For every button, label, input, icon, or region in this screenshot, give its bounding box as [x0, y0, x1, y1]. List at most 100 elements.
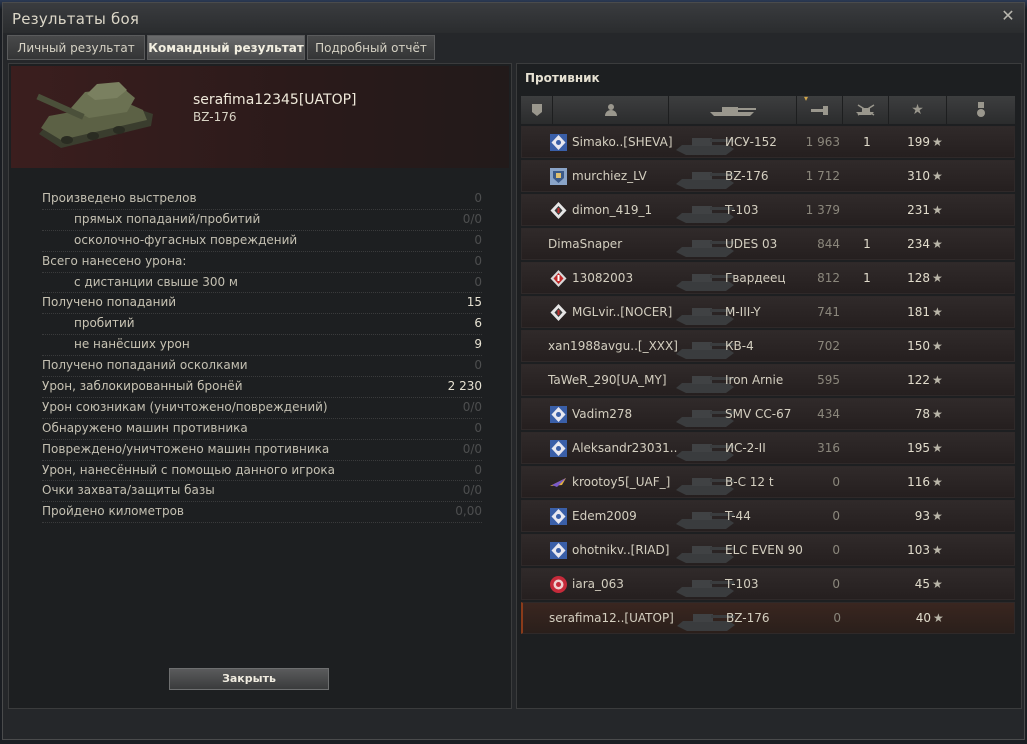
enemy-row[interactable]: DimaSnaper UDES 03 844 1 234 ★ [521, 228, 1015, 260]
stat-label: Обнаружено машин противника [42, 420, 248, 435]
vehicle-name: КВ-4 [725, 339, 754, 353]
xp-value: 128 [907, 271, 930, 285]
clan-emblem-icon [549, 541, 568, 560]
xp-value: 45 [914, 577, 930, 591]
vehicle-name: ИСУ-152 [725, 135, 777, 149]
enemy-row[interactable]: ohotnikv..[RIAD] ELC EVEN 90 0 103 ★ [521, 534, 1015, 566]
stat-label: Всего нанесено урона: [42, 253, 187, 268]
enemy-row[interactable]: Aleksandr23031.. ИС-2-II 316 195 ★ [521, 432, 1015, 464]
player-name: dimon_419_1 [572, 203, 653, 217]
star-icon: ★ [932, 237, 943, 251]
col-squad[interactable] [521, 96, 553, 124]
vehicle-name: T-44 [725, 509, 751, 523]
tab-detailed-report[interactable]: Подробный отчёт [307, 35, 435, 60]
xp-value: 231 [907, 203, 930, 217]
col-damage[interactable]: ▾ [797, 94, 843, 124]
column-header-bar: ▾ ★ [521, 94, 1015, 124]
clan-emblem-icon [549, 575, 568, 594]
stat-label: Произведено выстрелов [42, 191, 197, 205]
enemy-team-panel: Противник ▾ ★ Simako..[SHEVA] ИСУ-152 1 … [516, 63, 1022, 709]
stat-label: Урон, нанесённый с помощью данного игрок… [42, 462, 336, 477]
title-bar: Результаты боя ✕ [3, 3, 1024, 33]
stat-value: 15 [466, 295, 482, 310]
enemy-row[interactable]: MGLvir..[NOCER] M-III-Y 741 181 ★ [521, 296, 1015, 328]
xp-value: 103 [907, 543, 930, 557]
star-icon: ★ [933, 611, 944, 625]
player-name: serafima12..[UATOP] [549, 611, 674, 625]
enemy-row[interactable]: murchiez_LV BZ-176 1 712 310 ★ [521, 160, 1015, 192]
enemy-row[interactable]: iara_063 T-103 0 45 ★ [521, 568, 1015, 600]
damage-value: 844 [817, 237, 840, 251]
clan-emblem-icon [549, 167, 568, 186]
stat-value: 0/0 [462, 211, 482, 226]
star-icon: ★ [932, 135, 943, 149]
sort-arrow-icon: ▾ [804, 94, 809, 103]
close-button[interactable]: Закрыть [169, 668, 329, 690]
damage-value: 0 [833, 611, 841, 625]
stat-row: с дистанции свыше 300 м 0 [42, 273, 482, 294]
stat-row: Всего нанесено урона: 0 [42, 252, 482, 273]
vehicle-name: Iron Arnie [725, 373, 784, 387]
star-icon: ★ [932, 475, 943, 489]
vehicle-name: B-C 12 t [725, 475, 774, 489]
col-vehicle[interactable] [669, 96, 797, 124]
player-name: Simako..[SHEVA] [572, 135, 673, 149]
tab-team-result[interactable]: Командный результат [147, 35, 305, 60]
stat-value: 0,00 [455, 504, 482, 519]
window-title: Результаты боя [12, 10, 140, 28]
kills-value: 1 [863, 237, 871, 251]
player-name: 13082003 [572, 271, 634, 285]
tab-personal-result[interactable]: Личный результат [7, 35, 145, 60]
vehicle-name: BZ-176 [726, 611, 770, 625]
stat-row: Обнаружено машин противника 0 [42, 419, 482, 440]
star-icon: ★ [932, 509, 943, 523]
stat-row: Урон, заблокированный бронёй 2 230 [42, 377, 482, 398]
player-icon [604, 104, 617, 116]
enemy-row[interactable]: dimon_419_1 T-103 1 379 231 ★ [521, 194, 1015, 226]
player-name: xan1988avgu..[_XXX] [548, 339, 678, 353]
stat-row: Произведено выстрелов 0 [42, 189, 482, 210]
enemy-row[interactable]: 13082003 Гвардеец 812 1 128 ★ [521, 262, 1015, 294]
damage-value: 1 379 [805, 203, 840, 217]
stat-value: 0/0 [462, 399, 482, 414]
enemy-row[interactable]: serafima12..[UATOP] BZ-176 0 40 ★ [521, 602, 1015, 634]
close-icon[interactable]: ✕ [998, 6, 1018, 26]
enemy-row[interactable]: xan1988avgu..[_XXX] КВ-4 702 150 ★ [521, 330, 1015, 362]
squad-icon [531, 104, 542, 116]
stat-label: Повреждено/уничтожено машин противника [42, 441, 330, 456]
stat-row: Получено попаданий осколками 0 [42, 356, 482, 378]
enemy-row[interactable]: Simako..[SHEVA] ИСУ-152 1 963 1 199 ★ [521, 126, 1015, 158]
damage-value: 1 963 [805, 135, 840, 149]
star-icon: ★ [932, 407, 943, 421]
stat-value: 0 [474, 420, 482, 435]
stat-label: Получено попаданий осколками [42, 358, 248, 373]
stat-label: прямых попаданий/пробитий [74, 211, 261, 226]
col-medals[interactable] [947, 96, 1015, 124]
xp-value: 78 [914, 407, 930, 421]
enemy-row[interactable]: Edem2009 T-44 0 93 ★ [521, 500, 1015, 532]
stat-label: Получено попаданий [42, 295, 177, 310]
vehicle-name: ELC EVEN 90 [725, 543, 803, 557]
col-kills[interactable] [843, 96, 889, 124]
stat-value: 0 [474, 191, 482, 205]
enemy-row[interactable]: Vadim278 SMV CC-67 434 78 ★ [521, 398, 1015, 430]
stat-row: осколочно-фугасных повреждений 0 [42, 231, 482, 252]
stat-row: не нанёсших урон 9 [42, 335, 482, 357]
stat-row: Получено попаданий 15 [42, 293, 482, 315]
stat-label: Урон, заблокированный бронёй [42, 379, 243, 394]
star-icon: ★ [932, 203, 943, 217]
stat-value: 0 [474, 462, 482, 477]
xp-value: 150 [907, 339, 930, 353]
clan-emblem-icon [549, 269, 568, 288]
vehicle-name: ИС-2-II [725, 441, 766, 455]
col-xp[interactable]: ★ [889, 96, 947, 124]
col-player[interactable] [553, 96, 669, 124]
enemy-row[interactable]: krootoy5[_UAF_] B-C 12 t 0 116 ★ [521, 466, 1015, 498]
tank-image-icon [36, 82, 153, 148]
player-name: Vadim278 [572, 407, 633, 421]
enemy-row[interactable]: TaWeR_290[UA_MY] Iron Arnie 595 122 ★ [521, 364, 1015, 396]
damage-value: 0 [832, 543, 840, 557]
clan-emblem-icon [549, 201, 568, 220]
player-name: ohotnikv..[RIAD] [572, 543, 670, 557]
stat-value: 2 230 [447, 379, 482, 394]
